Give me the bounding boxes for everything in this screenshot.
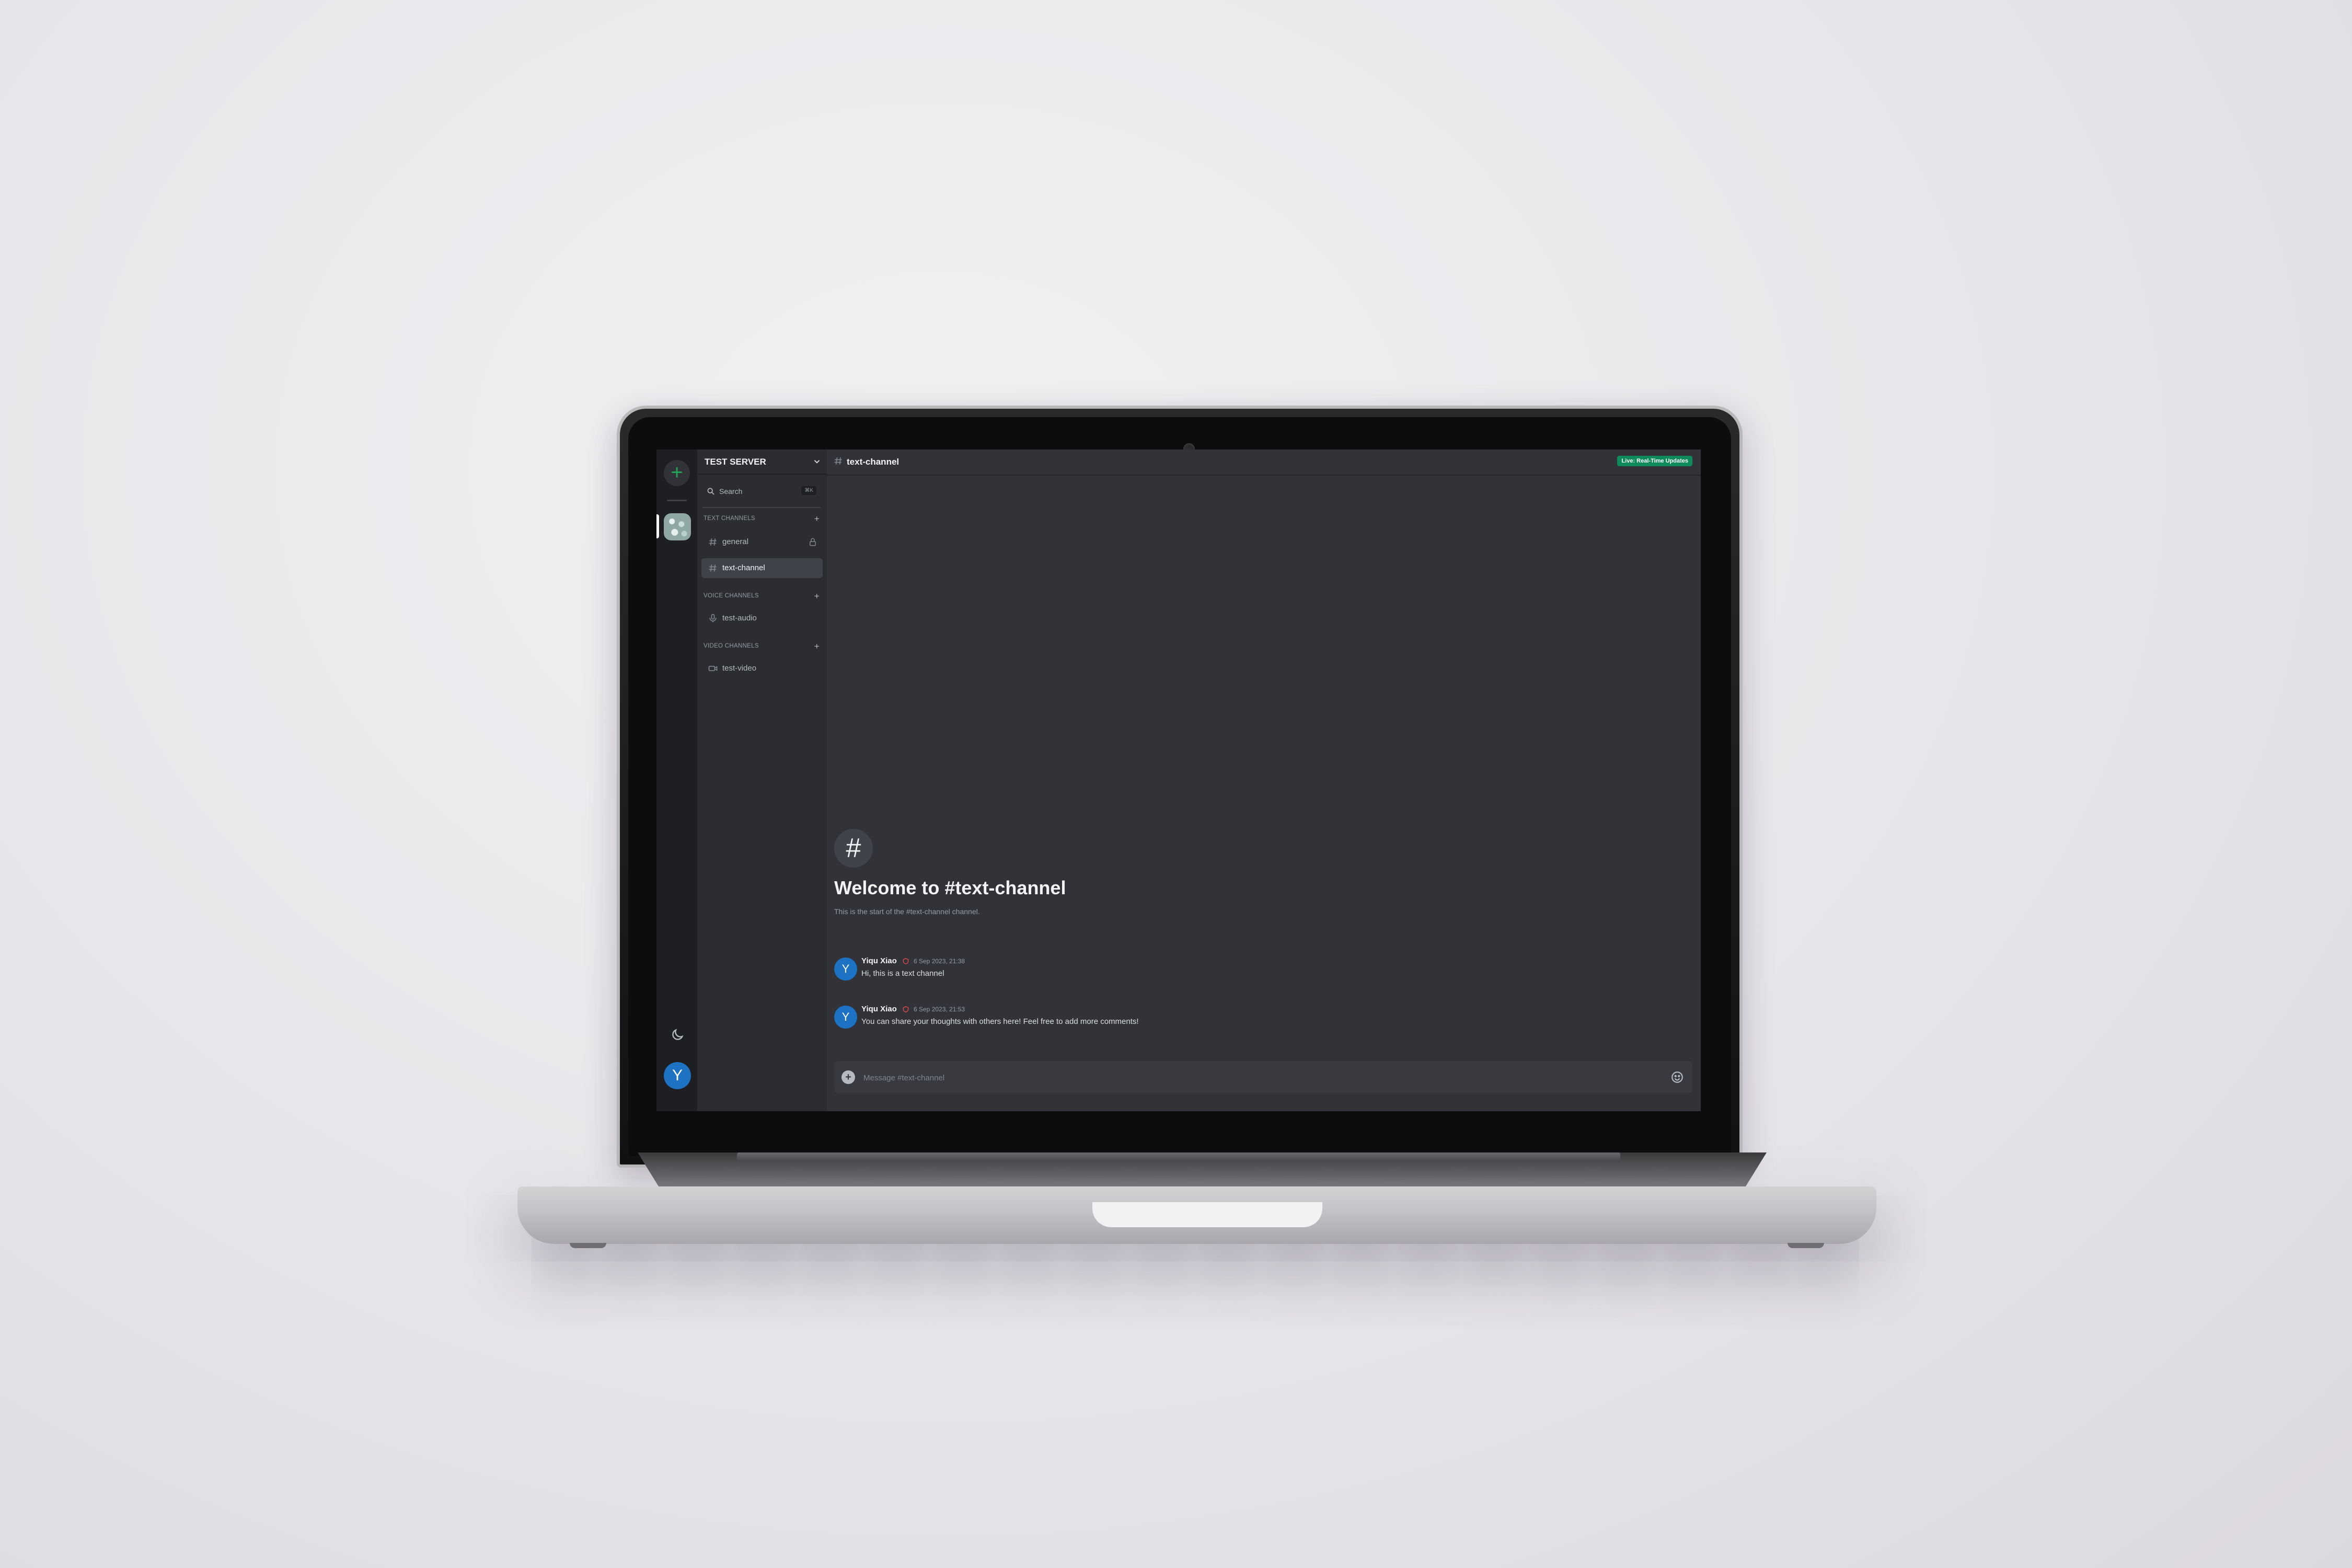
emoji-icon[interactable] (1670, 1070, 1684, 1084)
category-label: VIDEO CHANNELS (704, 643, 759, 649)
live-status-badge: Live: Real-Time Updates (1617, 456, 1692, 466)
channel-title: text-channel (847, 457, 900, 467)
category-text-channels: TEXT CHANNELS + (704, 514, 821, 524)
welcome-subtitle: This is the start of the #text-channel c… (834, 907, 980, 916)
message-avatar[interactable]: Y (834, 958, 857, 981)
channel-label: text-channel (722, 563, 765, 572)
server-name: TEST SERVER (705, 457, 766, 467)
search-icon (707, 487, 715, 495)
search-shortcut: ⌘K (801, 486, 816, 495)
hash-icon (833, 456, 844, 466)
chat-main: text-channel Live: Real-Time Updates # W… (827, 449, 1701, 1111)
plus-icon: + (671, 461, 683, 484)
sidebar-divider (702, 507, 821, 508)
server-icon-test-server[interactable] (664, 513, 691, 540)
microphone-icon (708, 613, 718, 624)
message-body: Hi, this is a text channel (861, 969, 944, 978)
hash-icon (708, 537, 718, 547)
add-voice-channel-icon[interactable]: + (814, 591, 820, 602)
laptop-notch (1092, 1202, 1322, 1227)
channel-label: test-audio (722, 614, 757, 622)
channel-general[interactable]: general (701, 532, 823, 552)
search-label: Search (719, 487, 743, 495)
rail-divider (667, 500, 687, 501)
hash-icon (708, 563, 718, 573)
category-voice-channels: VOICE CHANNELS + (704, 591, 821, 602)
channel-label: test-video (722, 664, 757, 673)
chat-header: text-channel Live: Real-Time Updates (827, 449, 1701, 476)
lock-icon (808, 537, 817, 547)
role-icon (902, 1006, 909, 1013)
channel-label: general (722, 537, 749, 546)
category-label: TEXT CHANNELS (704, 515, 755, 522)
message-item: Y Yiqu Xiao 6 Sep 2023, 21:38 Hi, this i… (834, 956, 1670, 988)
role-icon (902, 958, 909, 965)
add-server-button[interactable]: + (664, 460, 690, 486)
message-author[interactable]: Yiqu Xiao (861, 956, 897, 965)
message-avatar[interactable]: Y (834, 1006, 857, 1029)
active-server-indicator (656, 514, 659, 538)
message-timestamp: 6 Sep 2023, 21:38 (914, 958, 965, 965)
channel-sidebar: TEST SERVER Search ⌘K TEXT CHANNELS + ge… (697, 449, 827, 1111)
laptop-foot-right (1788, 1243, 1824, 1248)
message-composer: + (834, 1061, 1692, 1093)
theme-toggle-moon-icon[interactable] (670, 1028, 685, 1042)
add-attachment-button[interactable]: + (841, 1070, 855, 1084)
video-camera-icon (708, 663, 718, 674)
laptop-foot-left (570, 1243, 606, 1248)
user-avatar[interactable]: Y (664, 1062, 691, 1089)
welcome-hash-icon: # (834, 829, 873, 868)
channel-text-channel[interactable]: text-channel (701, 558, 823, 578)
search-button[interactable]: Search ⌘K (702, 482, 821, 501)
category-video-channels: VIDEO CHANNELS + (704, 641, 821, 652)
channel-test-video[interactable]: test-video (701, 659, 823, 678)
laptop-hinge (737, 1152, 1620, 1161)
add-video-channel-icon[interactable]: + (814, 641, 820, 652)
add-text-channel-icon[interactable]: + (814, 514, 820, 524)
message-author[interactable]: Yiqu Xiao (861, 1005, 897, 1013)
server-rail: + Y (656, 449, 697, 1111)
message-body: You can share your thoughts with others … (861, 1017, 1139, 1026)
message-timestamp: 6 Sep 2023, 21:53 (914, 1006, 965, 1013)
app-screen: + Y TEST SERVER Search ⌘K TEXT CHANNELS … (656, 449, 1701, 1111)
chevron-down-icon (812, 457, 822, 466)
message-item: Y Yiqu Xiao 6 Sep 2023, 21:53 You can sh… (834, 1005, 1670, 1036)
category-label: VOICE CHANNELS (704, 593, 759, 599)
server-header[interactable]: TEST SERVER (697, 449, 827, 475)
welcome-title: Welcome to #text-channel (834, 877, 1066, 898)
channel-test-audio[interactable]: test-audio (701, 608, 823, 628)
message-input[interactable] (862, 1068, 1596, 1087)
